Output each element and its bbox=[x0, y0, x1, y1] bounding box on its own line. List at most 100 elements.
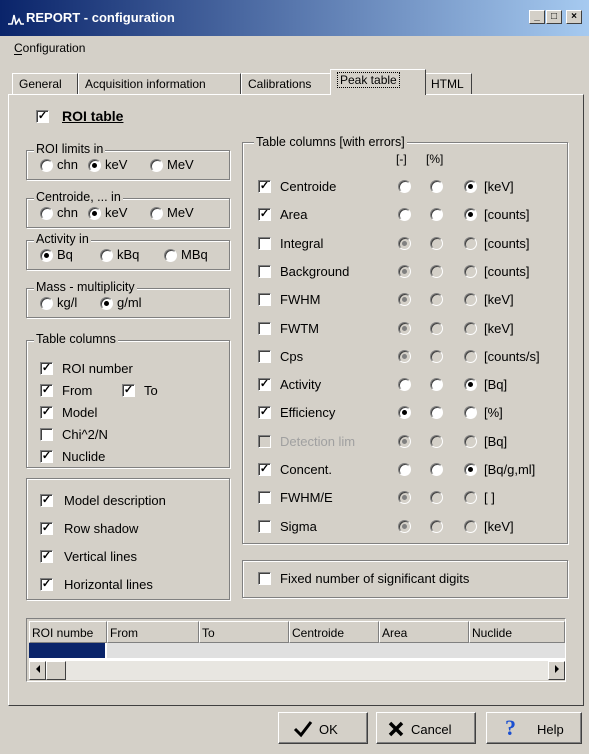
ok-button[interactable]: OK bbox=[278, 712, 368, 744]
window-title: REPORT - configuration bbox=[26, 10, 175, 25]
tab-calibrations[interactable]: Calibrations bbox=[241, 73, 332, 95]
table-columns-title: Table columns bbox=[34, 332, 118, 346]
col-chi-label: Chi^2/N bbox=[62, 427, 108, 442]
fwtm-checkbox[interactable] bbox=[258, 321, 271, 335]
detection-lim-error-radio-2[interactable] bbox=[464, 434, 477, 448]
integral-checkbox[interactable] bbox=[258, 236, 271, 250]
activity-error-radio-1[interactable] bbox=[430, 378, 443, 392]
activity-radio-kbq[interactable] bbox=[100, 249, 113, 262]
integral-error-radio-1[interactable] bbox=[430, 236, 443, 250]
tab-acquisition-information[interactable]: Acquisition information bbox=[78, 73, 241, 95]
detection-lim-checkbox[interactable] bbox=[258, 434, 271, 448]
background-checkbox[interactable] bbox=[258, 264, 271, 278]
tab-peak-table[interactable]: Peak table bbox=[330, 69, 426, 95]
help-button[interactable]: ? Help bbox=[486, 712, 582, 744]
grid-header-4[interactable]: Area bbox=[379, 621, 469, 643]
integral-error-radio-2[interactable] bbox=[464, 236, 477, 250]
roi-limits-radio-mev[interactable] bbox=[150, 159, 163, 172]
centroide-error-radio-1[interactable] bbox=[430, 180, 443, 193]
activity-error-radio-0[interactable] bbox=[398, 378, 411, 392]
efficiency-checkbox[interactable]: ✓ bbox=[258, 406, 271, 420]
activity-checkbox[interactable]: ✓ bbox=[258, 378, 271, 392]
area-checkbox[interactable]: ✓ bbox=[258, 208, 271, 222]
roi-limits-radio-kev[interactable] bbox=[88, 159, 101, 172]
detection-lim-error-radio-0[interactable] bbox=[398, 434, 411, 448]
cps-error-radio-0[interactable] bbox=[398, 349, 411, 363]
grid-header-2[interactable]: To bbox=[199, 621, 289, 643]
grid-header-1[interactable]: From bbox=[107, 621, 199, 643]
cps-checkbox[interactable] bbox=[258, 349, 271, 363]
scroll-thumb[interactable] bbox=[46, 661, 66, 680]
grid-header-0[interactable]: ROI numbe bbox=[29, 621, 107, 643]
col-to-checkbox[interactable]: ✓ bbox=[122, 384, 135, 397]
concent-error-radio-2[interactable] bbox=[464, 463, 477, 476]
fixed-digits-checkbox[interactable] bbox=[258, 572, 271, 585]
centroide-radio-kev[interactable] bbox=[88, 207, 101, 220]
col-from-checkbox[interactable]: ✓ bbox=[40, 384, 53, 397]
scroll-right-button[interactable] bbox=[548, 661, 565, 680]
grid-header-5[interactable]: Nuclide bbox=[469, 621, 565, 643]
centroide-radio-chn[interactable] bbox=[40, 207, 53, 220]
concent-checkbox[interactable]: ✓ bbox=[258, 463, 271, 476]
fwtm-error-radio-0[interactable] bbox=[398, 321, 411, 335]
cancel-button[interactable]: Cancel bbox=[376, 712, 476, 744]
centroide-checkbox[interactable]: ✓ bbox=[258, 180, 271, 193]
scroll-left-button[interactable] bbox=[29, 661, 46, 680]
centroide-option-label: keV bbox=[105, 205, 128, 220]
fwtm-error-radio-2[interactable] bbox=[464, 321, 477, 335]
concent-error-radio-0[interactable] bbox=[398, 463, 411, 476]
roi-limits-radio-chn[interactable] bbox=[40, 159, 53, 172]
roi-limits-option-label: chn bbox=[57, 157, 78, 172]
checkmark-icon bbox=[293, 721, 313, 738]
question-icon: ? bbox=[505, 715, 516, 740]
tab-general[interactable]: General bbox=[12, 73, 78, 95]
background-error-radio-1[interactable] bbox=[430, 264, 443, 278]
mass-option-label: kg/l bbox=[57, 295, 78, 310]
background-error-radio-0[interactable] bbox=[398, 264, 411, 278]
col-roi_number-checkbox[interactable]: ✓ bbox=[40, 362, 53, 375]
horizontal-lines-checkbox[interactable]: ✓ bbox=[40, 578, 53, 591]
model-description-checkbox[interactable]: ✓ bbox=[40, 494, 53, 507]
activity-error-radio-2[interactable] bbox=[464, 378, 477, 392]
mass-radio-kgl[interactable] bbox=[40, 297, 53, 310]
centroide-error-radio-2[interactable] bbox=[464, 180, 477, 193]
fixed-digits-label: Fixed number of significant digits bbox=[280, 571, 470, 586]
sigma-checkbox[interactable] bbox=[258, 519, 271, 533]
concent-error-radio-1[interactable] bbox=[430, 463, 443, 476]
col-chi-checkbox[interactable] bbox=[40, 428, 53, 441]
cps-error-radio-2[interactable] bbox=[464, 349, 477, 363]
close-button[interactable]: × bbox=[566, 10, 582, 24]
sigma-error-radio-0[interactable] bbox=[398, 519, 411, 533]
selected-cell[interactable] bbox=[29, 643, 105, 658]
menu-bar: Configuration bbox=[0, 36, 589, 58]
fwhm-e-checkbox[interactable] bbox=[258, 491, 271, 505]
integral-unit: [counts] bbox=[484, 235, 530, 251]
centroide-error-radio-0[interactable] bbox=[398, 180, 411, 193]
row-shadow-checkbox[interactable]: ✓ bbox=[40, 522, 53, 535]
vertical-lines-checkbox[interactable]: ✓ bbox=[40, 550, 53, 563]
grid-header-3[interactable]: Centroide bbox=[289, 621, 379, 643]
horizontal-scrollbar[interactable] bbox=[29, 661, 565, 680]
tab-html[interactable]: HTML bbox=[424, 73, 472, 95]
activity-radio-mbq[interactable] bbox=[164, 249, 177, 262]
fwhm-checkbox[interactable] bbox=[258, 293, 271, 307]
mass-radio-gml[interactable] bbox=[100, 297, 113, 310]
activity-radio-bq[interactable] bbox=[40, 249, 53, 262]
integral-error-radio-0[interactable] bbox=[398, 236, 411, 250]
preview-grid[interactable]: ROI numbe From To Centroide Area Nuclide bbox=[26, 618, 566, 682]
close-icon: × bbox=[571, 11, 577, 22]
col-nuclide-checkbox[interactable]: ✓ bbox=[40, 450, 53, 463]
sigma-error-radio-1[interactable] bbox=[430, 519, 443, 533]
col-model-checkbox[interactable]: ✓ bbox=[40, 406, 53, 419]
maximize-button[interactable]: □ bbox=[546, 10, 562, 24]
sigma-error-radio-2[interactable] bbox=[464, 519, 477, 533]
menu-configuration[interactable]: Configuration bbox=[14, 41, 85, 55]
fwtm-error-radio-1[interactable] bbox=[430, 321, 443, 335]
centroide-radio-mev[interactable] bbox=[150, 207, 163, 220]
minimize-button[interactable]: _ bbox=[529, 10, 545, 24]
detection-lim-error-radio-1[interactable] bbox=[430, 434, 443, 448]
cps-error-radio-1[interactable] bbox=[430, 349, 443, 363]
maximize-icon: □ bbox=[550, 11, 558, 22]
background-error-radio-2[interactable] bbox=[464, 264, 477, 278]
roi-table-checkbox[interactable]: ✓ bbox=[36, 110, 49, 123]
